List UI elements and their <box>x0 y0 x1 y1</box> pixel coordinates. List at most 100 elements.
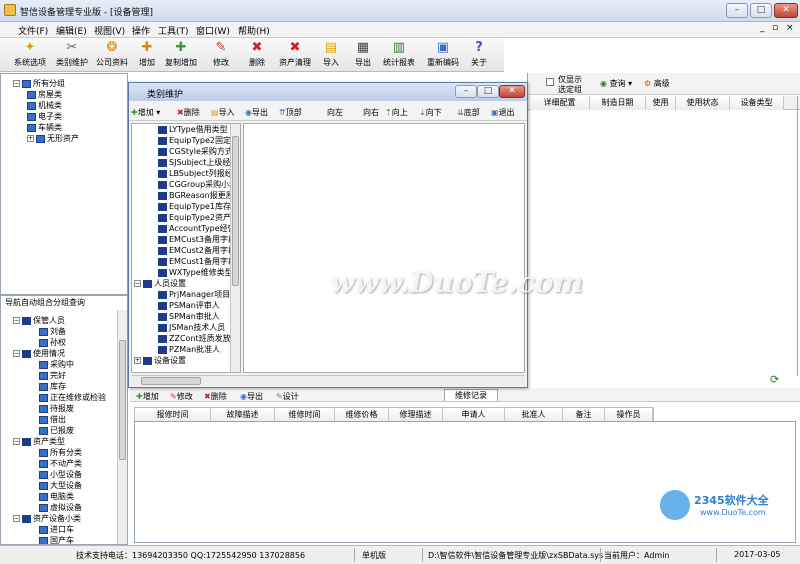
company-info-button[interactable]: ❂ 公司资料 <box>94 38 130 72</box>
tree-item[interactable]: 机械类 <box>27 101 62 111</box>
tree-item[interactable]: LBSubject列报经 <box>158 169 233 179</box>
tree-item[interactable]: 刘备 <box>39 327 66 337</box>
tree-item[interactable]: 库存 <box>39 382 66 392</box>
dialog-up-button[interactable]: ⇡向上 <box>385 107 408 118</box>
tree-item[interactable]: AccountType经营 <box>158 224 236 234</box>
column-header[interactable]: 操作员 <box>605 408 653 422</box>
column-header[interactable]: 备注 <box>563 408 605 422</box>
tree-item[interactable]: PSMan评审人 <box>158 301 220 311</box>
collapse-icon[interactable]: − <box>13 80 20 87</box>
menu-edit[interactable]: 编辑(E) <box>56 24 87 37</box>
tree-group[interactable]: − 保管人员 <box>13 316 65 326</box>
repair-add-button[interactable]: ✚增加 <box>136 391 159 402</box>
dialog-maximize-button[interactable]: □ <box>477 85 499 98</box>
repair-export-button[interactable]: ◉导出 <box>240 391 263 402</box>
about-button[interactable]: ? 关于 <box>466 38 492 72</box>
mdi-restore-icon[interactable]: ▫ <box>772 23 778 33</box>
category-maintain-button[interactable]: ✂ 类别维护 <box>54 38 90 72</box>
dialog-exit-button[interactable]: ▣退出 <box>491 107 515 118</box>
tree-item[interactable]: ZZCont班质发放 <box>158 334 231 344</box>
tree-item[interactable]: EquipType2固定 <box>158 136 231 146</box>
tree-item[interactable]: 进口车 <box>39 525 74 535</box>
recode-button[interactable]: ▣ 重新编码 <box>424 38 462 72</box>
dialog-top-button[interactable]: ⇈顶部 <box>279 107 302 118</box>
tree-item[interactable]: EMCust3备用字段 <box>158 235 236 245</box>
column-header[interactable]: 使用 <box>646 96 676 110</box>
refresh-icon[interactable]: ⟳ <box>770 373 779 386</box>
tree-item[interactable]: 孙权 <box>39 338 66 348</box>
tree-group[interactable]: − 使用情况 <box>13 349 65 359</box>
tree-item[interactable]: CGStyle采购方式 <box>158 147 233 157</box>
dialog-right-button[interactable]: 向右 <box>363 107 379 118</box>
dialog-export-button[interactable]: ◉导出 <box>245 107 268 118</box>
tree-item[interactable]: SJSubject上级经 <box>158 158 230 168</box>
column-header[interactable]: 故障描述 <box>211 408 275 422</box>
delete-button[interactable]: ✖ 删除 <box>244 38 270 72</box>
tree-item[interactable]: CGGroup采购小组 <box>158 180 237 190</box>
dialog-down-button[interactable]: ⇣向下 <box>419 107 442 118</box>
query-button[interactable]: ◉ 查询 ▾ <box>600 78 632 89</box>
tree-item[interactable]: 大型设备 <box>39 481 82 491</box>
scroll-thumb[interactable] <box>141 377 201 385</box>
column-header[interactable]: 制造日期 <box>590 96 646 110</box>
advanced-button[interactable]: ⚙ 高级 <box>644 78 670 89</box>
repair-design-button[interactable]: ✎设计 <box>276 391 299 402</box>
tree-item[interactable]: JSMan技术人员 <box>158 323 225 333</box>
column-header[interactable]: 申请人 <box>443 408 505 422</box>
collapse-icon[interactable]: − <box>13 438 20 445</box>
collapse-icon[interactable]: − <box>13 515 20 522</box>
asset-clear-button[interactable]: ✖ 资产清理 <box>276 38 314 72</box>
tree-item[interactable]: 房屋类 <box>27 90 62 100</box>
tree-item[interactable]: EMCust1备用字段 <box>158 257 236 267</box>
mdi-minimize-icon[interactable]: _ <box>760 23 765 33</box>
dialog-close-button[interactable]: ✕ <box>499 85 525 98</box>
scroll-thumb[interactable] <box>232 136 239 286</box>
dialog-import-button[interactable]: ▤导入 <box>211 107 235 118</box>
tree-item[interactable]: 不动产类 <box>39 459 82 469</box>
repair-edit-button[interactable]: ✎修改 <box>170 391 193 402</box>
tree-group[interactable]: − 人员设置 <box>134 279 186 289</box>
menu-operate[interactable]: 操作 <box>132 24 150 37</box>
minimize-button[interactable]: – <box>726 3 748 18</box>
repair-delete-button[interactable]: ✖删除 <box>204 391 227 402</box>
add-button[interactable]: ✚ 增加 <box>134 38 160 72</box>
system-options-button[interactable]: ✦ 系统选项 <box>12 38 48 72</box>
collapse-icon[interactable]: − <box>13 350 20 357</box>
tree-item[interactable]: + 无形资产 <box>27 134 79 144</box>
tree-root[interactable]: − 所有分组 <box>13 79 65 89</box>
tree-item[interactable]: EquipType1库存 <box>158 202 231 212</box>
tree-group[interactable]: + 设备设置 <box>134 356 186 366</box>
tree-item[interactable]: 电脑类 <box>39 492 74 502</box>
tree-item[interactable]: 所有分类 <box>39 448 82 458</box>
tree-item[interactable]: 借出 <box>39 415 66 425</box>
copy-add-button[interactable]: ✚ 复制增加 <box>162 38 200 72</box>
tree-item[interactable]: EquipType2资产 <box>158 213 231 223</box>
export-button[interactable]: ▦ 导出 <box>350 38 376 72</box>
column-header[interactable]: 维修时间 <box>275 408 335 422</box>
tree-item[interactable]: 虚拟设备 <box>39 503 82 513</box>
tree-item[interactable]: 已报废 <box>39 426 74 436</box>
column-header[interactable]: 设备类型 <box>730 96 784 110</box>
tree-item[interactable]: 国产车 <box>39 536 74 544</box>
expand-icon[interactable]: + <box>134 357 141 364</box>
tree-item[interactable]: BGReason报更原 <box>158 191 234 201</box>
tree-item[interactable]: LYType借用类型 <box>158 125 228 135</box>
maximize-button[interactable]: □ <box>750 3 772 18</box>
mdi-close-icon[interactable]: × <box>786 23 794 33</box>
tree-group[interactable]: − 资产设备小类 <box>13 514 81 524</box>
dialog-h-scrollbar[interactable] <box>131 375 525 386</box>
tree-item[interactable]: 电子类 <box>27 112 62 122</box>
tree-item[interactable]: 完好 <box>39 371 66 381</box>
tree-item[interactable]: EMCust2备用字段 <box>158 246 236 256</box>
tree-item[interactable]: PrjManager项目经 <box>158 290 238 300</box>
collapse-icon[interactable]: − <box>13 317 20 324</box>
dialog-bottom-button[interactable]: ⇊底部 <box>457 107 480 118</box>
expand-icon[interactable]: + <box>27 135 34 142</box>
collapse-icon[interactable]: − <box>134 280 141 287</box>
dialog-minimize-button[interactable]: – <box>455 85 477 98</box>
repair-tab[interactable]: 维修记录 <box>444 389 498 401</box>
dialog-add-button[interactable]: ✚增加 ▾ <box>131 107 160 118</box>
menu-view[interactable]: 视图(V) <box>94 24 125 37</box>
show-selected-checkbox[interactable] <box>546 78 554 86</box>
dialog-delete-button[interactable]: ✖删除 <box>177 107 200 118</box>
